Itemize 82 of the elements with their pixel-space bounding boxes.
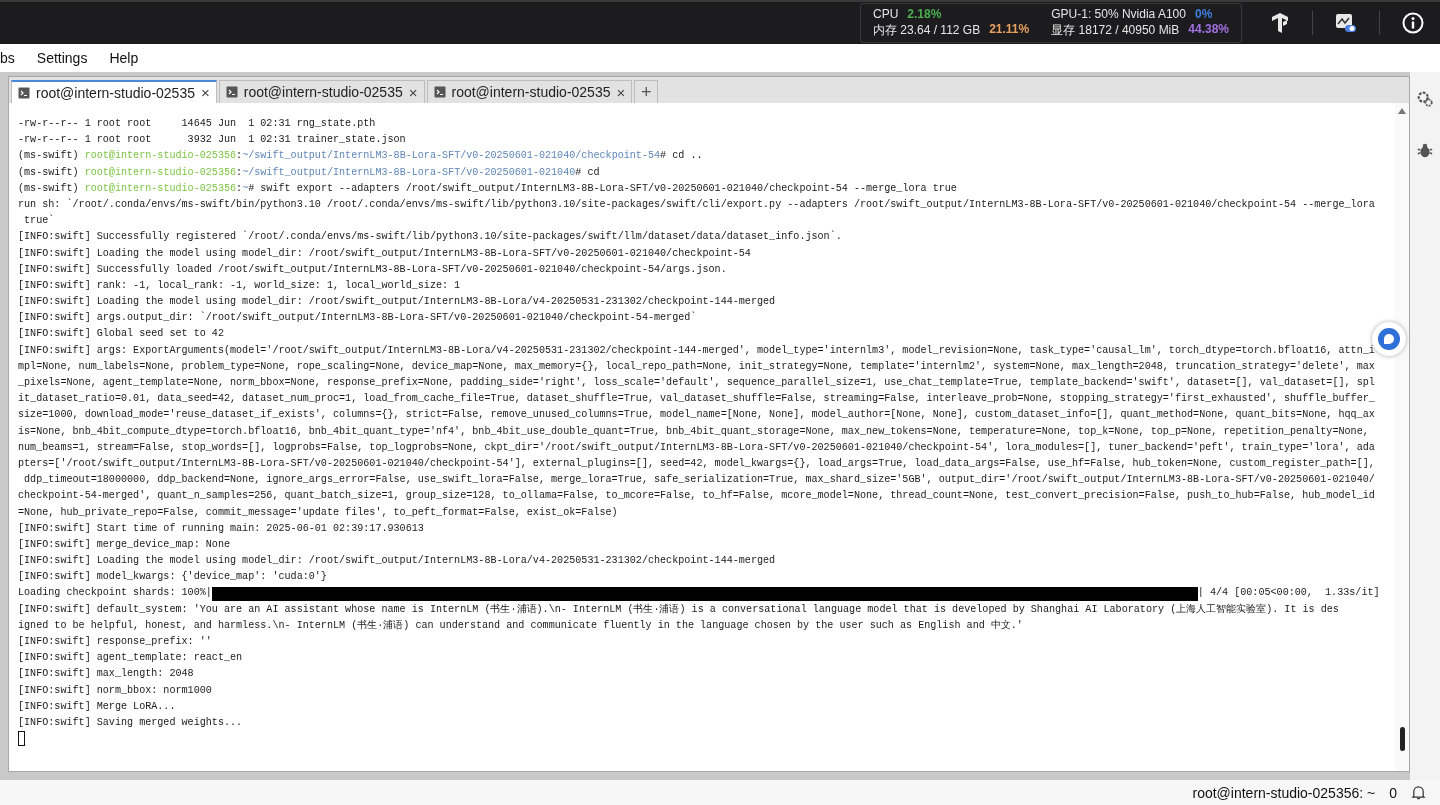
terminal-icon <box>18 86 30 99</box>
terminal-line: [INFO:swift] Saving merged weights... <box>18 716 243 728</box>
stat-label: 显存 18172 / 40950 MiB <box>1051 22 1180 39</box>
terminal-line: mpl=None, num_labels=None, problem_type=None, rope_scaling=None, device_map=None, max_memory={}, local_repo_path=None, init_strategy=None, template='internlm2', system=None, max_length=2048, truncation_strategy='delete', max <box>18 360 1375 372</box>
terminal-line: [INFO:swift] Merge LoRA... <box>18 700 176 712</box>
terminal-line: [INFO:swift] agent_template: react_en <box>18 652 243 664</box>
terminal-icon <box>225 86 238 98</box>
status-host: root@intern-studio-025356: ~ <box>1192 784 1376 801</box>
terminal-line: [INFO:swift] rank: -1, local_rank: -1, world_size: 1, local_world_size: 1 <box>18 279 461 291</box>
stat-value: 2.18% <box>907 7 942 21</box>
terminal-tab[interactable]: root@intern-studio-02535 × <box>11 80 217 103</box>
stat-value: 44.38% <box>1188 22 1229 38</box>
terminal-line: size=1000, download_mode='reuse_dataset_if_exists', columns={}, strict=False, remove_unused_columns=True, model_name=[None, None], model_author=[None, None], custom_dataset_info=[], quant_method=None, quant_bits=None, hqq_ax <box>18 409 1375 421</box>
terminal-line: [INFO:swift] default_system: 'You are an AI assistant whose name is InternLM (书生·浦语).\n- InternLM (书生·浦语) is a conversational language model that is developed by Shanghai AI Laboratory (上海人工智能实验室). It is des <box>18 603 1339 615</box>
terminal-line: [INFO:swift] response_prefix: '' <box>18 636 212 647</box>
menu-item[interactable]: Help <box>106 48 142 68</box>
prompt-env: (ms-swift) <box>18 150 80 162</box>
prompt-path: ~ <box>242 182 249 194</box>
terminal-line: [INFO:swift] norm_bbox: norm1000 <box>18 684 212 696</box>
bug-icon[interactable] <box>1416 142 1434 160</box>
terminal-command: # cd .. <box>660 150 703 162</box>
logo-icon[interactable] <box>1270 13 1290 33</box>
close-tab-button[interactable]: × <box>408 83 418 101</box>
scroll-up-icon[interactable] <box>1397 107 1407 115</box>
stat-value: 0% <box>1194 7 1213 21</box>
terminal-line: [INFO:swift] Successfully loaded /root/swift_output/InternLM3-8B-Lora-SFT/v0-20250601-021040/checkpoint-54/args.json. <box>18 263 727 275</box>
menu-item[interactable]: Settings <box>33 48 91 68</box>
terminal-line: [INFO:swift] Loading the model using model_dir: /root/swift_output/InternLM3-8B-Lora/v4-20250531-231302/checkpoint-144-merged <box>18 555 776 567</box>
monitor-icon[interactable] <box>1335 13 1357 33</box>
terminal-line: [INFO:swift] args.output_dir: `/root/swift_output/InternLM3-8B-Lora-SFT/v0-20250601-021040/checkpoint-54-merged` <box>18 312 697 324</box>
terminal-line: [INFO:swift] args: ExportArguments(model='/root/swift_output/InternLM3-8B-Lora/v4-20250531-231302/checkpoint-144-merged', model_type='internlm3', model_revision=None, task_type='causal_lm', torch_dtype=torch.bfloat16, attn_i <box>18 344 1375 356</box>
terminal-line: [INFO:swift] merge_device_map: None <box>18 538 230 550</box>
text-cursor <box>18 731 25 747</box>
terminal-line: =None, hub_private_repo=False, commit_message='update files', to_peft_format=False, exist_ok=False) <box>18 506 618 518</box>
terminal-line: _pixels=None, agent_template=None, norm_bbox=None, response_prefix=None, padding_side='right', loss_scale='default', sequence_parallel_size=1, use_chat_template=True, template_backend='swift', dataset=[], val_dataset=[], spl <box>18 377 1375 388</box>
notification-count: 0 <box>1389 784 1397 801</box>
close-tab-button[interactable]: × <box>616 83 626 101</box>
stat-value: 21.11% <box>989 22 1030 38</box>
terminal-line: num_beams=1, stream=False, stop_words=[], logprobs=False, top_logprobs=None, ckpt_dir='/root/swift_output/InternLM3-8B-Lora-SFT/v0-20250601-021040/checkpoint-54', lora_modules=[], tuner_backend='peft', train_type='lora', ada <box>18 441 1375 453</box>
terminal-line: ddp_timeout=18000000, ddp_backend=None, ignore_args_error=False, use_swift_lora=False, merge_lora=True, safe_serialization=True, max_shard_size='5GB', output_dir='/root/swift_output/InternLM3-8B-Lora-SFT/v0-20250601-021040/ <box>23 474 1375 486</box>
terminal-line: [INFO:swift] Loading the model using model_dir: /root/swift_output/InternLM3-8B-Lora/v4-20250531-231302/checkpoint-144-merged <box>18 296 776 308</box>
scrollbar-thumb[interactable] <box>1399 727 1405 751</box>
stat-label: GPU-1: 50% Nvidia A100 <box>1051 7 1186 21</box>
prompt-path: ~/swift_output/InternLM3-8B-Lora-SFT/v0-20250601-021040/checkpoint-54 <box>242 150 661 162</box>
terminal-line: true` <box>23 215 55 227</box>
terminal-line: [INFO:swift] Start time of running main: 2025-06-01 02:39:17.930613 <box>18 522 424 534</box>
close-tab-button[interactable]: × <box>201 84 210 101</box>
prompt-path: ~/swift_output/InternLM3-8B-Lora-SFT/v0-20250601-021040 <box>242 166 576 178</box>
terminal-line: is=None, bnb_4bit_compute_dtype=torch.bfloat16, bnb_4bit_quant_type='nf4', bnb_4bit_use_double_quant=True, bnb_4bit_quant_storage=None, max_new_tokens=None, temperature=None, top_k=None, top_p=None, repetition_penalty=None, <box>18 425 1369 437</box>
prompt-separator: : <box>236 166 243 178</box>
terminal-line: [INFO:swift] Global seed set to 42 <box>18 328 224 340</box>
info-icon[interactable] <box>1402 12 1424 34</box>
terminal-line: run sh: `/root/.conda/envs/ms-swift/bin/python3.10 /root/.conda/envs/ms-swift/lib/python3.10/site-packages/swift/cli/export.py --adapters /root/swift_output/InternLM3-8B-Lora-SFT/v0-20250601-021040/checkpoint-54 --merge_lora <box>18 198 1375 210</box>
gear-icon[interactable] <box>1416 90 1434 108</box>
prompt-user: root@intern-studio-025356 <box>84 166 237 178</box>
bell-icon[interactable] <box>1411 785 1426 800</box>
terminal-tab[interactable]: root@intern-studio-02535 × <box>426 80 633 103</box>
progress-label: Loading checkpoint shards: 100%| <box>18 586 212 601</box>
terminal-command: # cd <box>575 166 600 178</box>
terminal-line: pters=['/root/swift_output/InternLM3-8B-Lora-SFT/v0-20250601-021040/checkpoint-54'], external_plugins=[], seed=42, model_kwargs={}, load_args=True, load_data_args=False, use_hf=False, hub_token=None, custom_register_path=[], <box>18 457 1375 469</box>
prompt-env: (ms-swift) <box>18 166 80 178</box>
terminal-line: [INFO:swift] Successfully registered `/root/.conda/envs/ms-swift/lib/python3.10/site-packages/swift/llm/dataset/data/dataset_info.json`. <box>18 231 842 243</box>
terminal-tab[interactable]: root@intern-studio-02535 × <box>218 80 425 103</box>
prompt-user: root@intern-studio-025356 <box>84 182 237 194</box>
menu-item[interactable]: bs <box>0 48 18 68</box>
terminal-line: it_dataset_ratio=0.01, data_seed=42, dataset_num_proc=1, load_from_cache_file=True, dataset_shuffle=True, val_dataset_shuffle=False, streaming=False, interleave_prob=None, stopping_strategy='first_exhausted', shuffle_buffer_ <box>18 393 1375 405</box>
stat-label: 内存 23.64 / 112 GB <box>873 22 981 39</box>
terminal-line: igned to be helpful, honest, and harmless.\n- InternLM (书生·浦语) can understand and communicate fluently in the language chosen by the user such as English and 中文.' <box>18 619 1023 631</box>
progress-stats: | 4/4 [00:05<00:00, 1.33s/it] <box>1197 586 1380 601</box>
terminal-line: -rw-r--r-- 1 root root 14645 Jun 1 02:31 rng_state.pth <box>18 118 376 129</box>
terminal-command: # swift export --adapters /root/swift_output/InternLM3-8B-Lora-SFT/v0-20250601-021040/checkpoint-54 --merge_lora true <box>248 182 957 194</box>
terminal-line: checkpoint-54-merged', quant_n_samples=256, quant_batch_size=1, group_size=128, to_ollama=False, to_mcore=False, to_hf=False, mcore_model=None, thread_count=None, test_convert_precision=False, push_to_hub=False, hub_model_id <box>18 490 1375 502</box>
prompt-user: root@intern-studio-025356 <box>84 150 237 162</box>
terminal-icon <box>433 86 446 98</box>
prompt-env: (ms-swift) <box>18 182 80 194</box>
terminal-line: [INFO:swift] max_length: 2048 <box>18 668 194 680</box>
terminal-line: -rw-r--r-- 1 root root 3932 Jun 1 02:31 trainer_state.json <box>18 134 406 146</box>
prompt-separator: : <box>236 150 243 162</box>
terminal-line: [INFO:swift] Loading the model using model_dir: /root/swift_output/InternLM3-8B-Lora-SFT/v0-20250601-021040/checkpoint-54 <box>18 247 751 259</box>
terminal-line: [INFO:swift] model_kwargs: {'device_map': 'cuda:0'} <box>18 571 327 583</box>
stat-label: CPU <box>873 7 899 21</box>
prompt-separator: : <box>236 182 243 194</box>
